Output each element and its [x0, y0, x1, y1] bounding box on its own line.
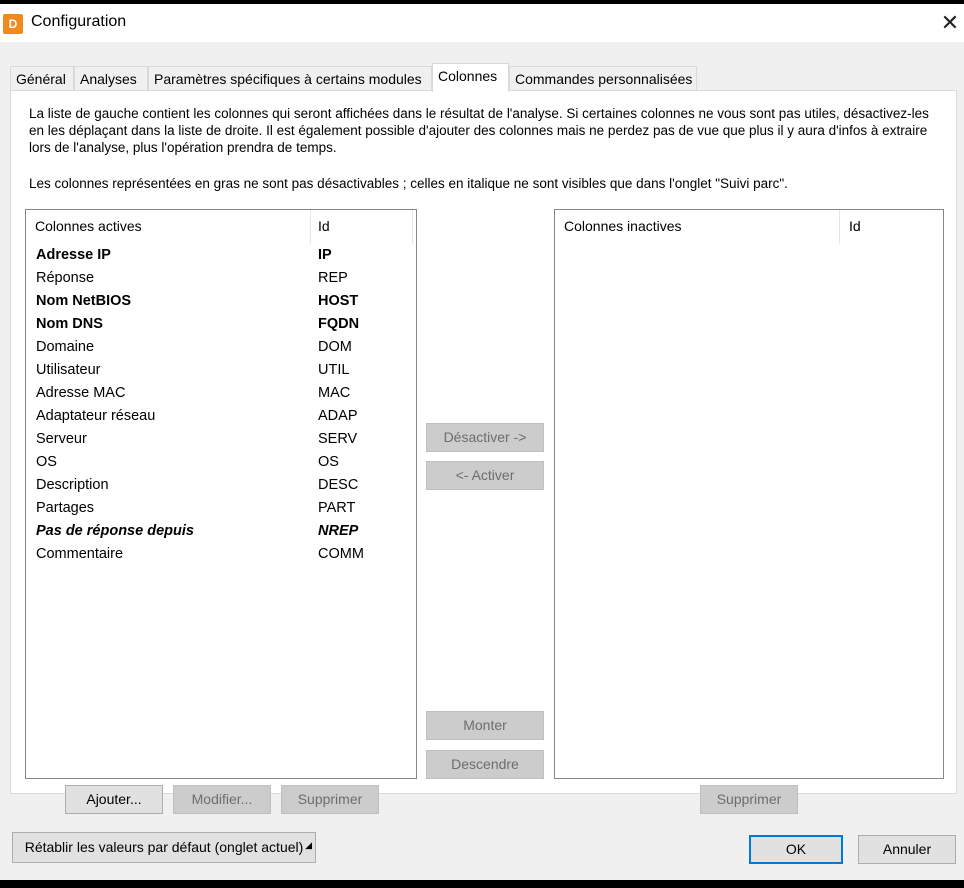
title-bar: D Configuration ✕	[0, 4, 964, 42]
list-item[interactable]: Partages PART	[26, 498, 416, 521]
description-text: La liste de gauche contient les colonnes…	[29, 106, 929, 155]
tab-colonnes[interactable]: Colonnes	[432, 63, 509, 92]
list-item[interactable]: Adresse MAC MAC	[26, 383, 416, 406]
move-down-button[interactable]: Descendre	[426, 750, 544, 779]
list-item[interactable]: Utilisateur UTIL	[26, 360, 416, 383]
column-name: Pas de réponse depuis	[36, 523, 194, 539]
delete-right-button[interactable]: Supprimer	[700, 785, 798, 814]
list-item[interactable]: Adaptateur réseau ADAP	[26, 406, 416, 429]
column-id: HOST	[318, 293, 359, 309]
column-name: Utilisateur	[36, 362, 101, 378]
column-id: NREP	[318, 523, 359, 539]
list-item[interactable]: Nom DNS FQDN	[26, 314, 416, 337]
legend-text: Les colonnes représentées en gras ne son…	[29, 176, 788, 191]
tab-analyses[interactable]: Analyses	[74, 66, 148, 90]
list-item[interactable]: Description DESC	[26, 475, 416, 498]
column-id: MAC	[318, 385, 351, 401]
column-id: PART	[318, 500, 356, 516]
app-icon: D	[3, 14, 23, 34]
cancel-button[interactable]: Annuler	[858, 835, 956, 864]
activate-button[interactable]: <- Activer	[426, 461, 544, 490]
list-item[interactable]: Commentaire COMM	[26, 544, 416, 567]
column-name: Nom NetBIOS	[36, 293, 132, 309]
column-header-name[interactable]: Colonnes inactives	[564, 218, 682, 234]
modify-button[interactable]: Modifier...	[173, 785, 271, 814]
column-header-id[interactable]: Id	[849, 218, 861, 234]
close-icon[interactable]: ✕	[936, 6, 964, 40]
tab-custom-commands[interactable]: Commandes personnalisées	[509, 66, 697, 90]
inactive-columns-list[interactable]: Colonnes inactives Id	[554, 209, 944, 779]
column-header-name[interactable]: Colonnes actives	[35, 218, 142, 234]
column-id: COMM	[318, 546, 364, 562]
configuration-window: D Configuration ✕ Général Analyses Param…	[0, 4, 964, 880]
column-name: Partages	[36, 500, 95, 516]
column-id: OS	[318, 454, 339, 470]
column-name: Description	[36, 477, 109, 493]
reset-defaults-label: Rétablir les valeurs par défaut (onglet …	[24, 839, 304, 855]
column-name: OS	[36, 454, 57, 470]
column-separator[interactable]	[839, 210, 840, 244]
column-name: Serveur	[36, 431, 87, 447]
active-list-header: Colonnes actives Id	[26, 210, 416, 244]
ok-button[interactable]: OK	[749, 835, 843, 864]
list-item[interactable]: Domaine DOM	[26, 337, 416, 360]
column-name: Nom DNS	[36, 316, 103, 332]
list-item[interactable]: OS OS	[26, 452, 416, 475]
column-id: UTIL	[318, 362, 350, 378]
tab-panel-colonnes: La liste de gauche contient les colonnes…	[10, 90, 957, 814]
column-id: FQDN	[318, 316, 360, 332]
delete-left-button[interactable]: Supprimer	[281, 785, 379, 814]
column-id: ADAP	[318, 408, 358, 424]
column-name: Réponse	[36, 270, 95, 286]
corner-grip-icon: ◢	[305, 840, 312, 850]
column-separator[interactable]	[310, 210, 311, 244]
list-item[interactable]: Nom NetBIOS HOST	[26, 291, 416, 314]
list-item[interactable]: Pas de réponse depuis NREP	[26, 521, 416, 544]
tab-module-parameters[interactable]: Paramètres spécifiques à certains module…	[148, 66, 432, 90]
column-name: Commentaire	[36, 546, 124, 562]
move-up-button[interactable]: Monter	[426, 711, 544, 740]
column-id: DESC	[318, 477, 359, 493]
column-name: Adresse MAC	[36, 385, 126, 401]
column-id: REP	[318, 270, 348, 286]
column-name: Adaptateur réseau	[36, 408, 156, 424]
list-item[interactable]: Réponse REP	[26, 268, 416, 291]
inactive-list-header: Colonnes inactives Id	[555, 210, 943, 244]
column-id: SERV	[318, 431, 358, 447]
column-name: Domaine	[36, 339, 95, 355]
list-item[interactable]: Adresse IP IP	[26, 245, 416, 268]
column-name: Adresse IP	[36, 247, 111, 263]
add-button[interactable]: Ajouter...	[65, 785, 163, 814]
active-columns-list[interactable]: Colonnes actives Id Adresse IP IP Réponse R…	[25, 209, 417, 779]
tab-general[interactable]: Général	[10, 66, 74, 90]
reset-defaults-button[interactable]: Rétablir les valeurs par défaut (onglet …	[12, 832, 316, 863]
window-title: Configuration	[31, 13, 127, 30]
column-header-id[interactable]: Id	[318, 218, 330, 234]
list-item[interactable]: Serveur SERV	[26, 429, 416, 452]
column-id: IP	[318, 247, 332, 263]
deactivate-button[interactable]: Désactiver ->	[426, 423, 544, 452]
column-separator[interactable]	[412, 210, 413, 244]
column-id: DOM	[318, 339, 352, 355]
